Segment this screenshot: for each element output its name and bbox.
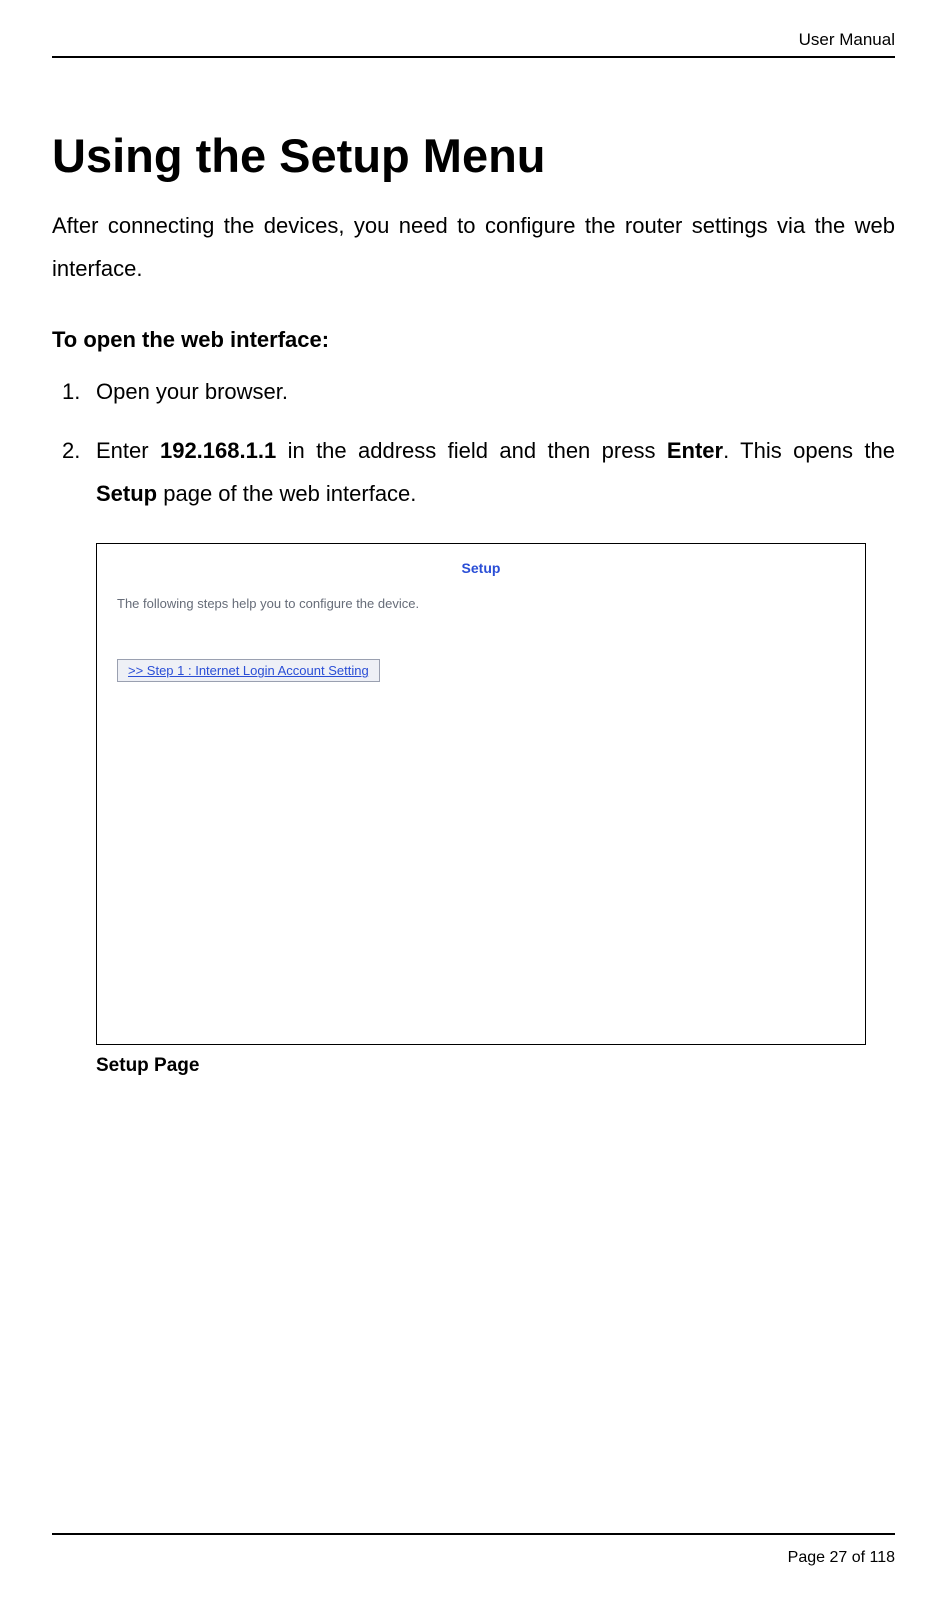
steps-list: Open your browser. Enter 192.168.1.1 in … bbox=[52, 371, 895, 516]
screenshot-figure: Setup The following steps help you to co… bbox=[96, 543, 895, 1077]
doc-header: User Manual bbox=[52, 30, 895, 50]
page-footer: Page 27 of 118 bbox=[788, 1549, 895, 1567]
screenshot-title: Setup bbox=[117, 560, 845, 576]
setup-screenshot: Setup The following steps help you to co… bbox=[96, 543, 866, 1045]
step-2-text-a: Enter bbox=[96, 438, 160, 463]
step-2: Enter 192.168.1.1 in the address field a… bbox=[96, 430, 895, 516]
step-2-enter: Enter bbox=[667, 438, 723, 463]
page: User Manual Using the Setup Menu After c… bbox=[0, 0, 947, 1601]
content: Using the Setup Menu After connecting th… bbox=[52, 128, 895, 1077]
step-2-text-b: in the address field and then press bbox=[276, 438, 667, 463]
step-2-setup: Setup bbox=[96, 481, 157, 506]
step-1: Open your browser. bbox=[96, 371, 895, 414]
figure-caption: Setup Page bbox=[96, 1055, 895, 1077]
subheading: To open the web interface: bbox=[52, 327, 895, 353]
step-1-text: Open your browser. bbox=[96, 379, 288, 404]
top-rule bbox=[52, 56, 895, 58]
bottom-rule bbox=[52, 1533, 895, 1535]
page-title: Using the Setup Menu bbox=[52, 128, 895, 183]
step-2-text-d: page of the web interface. bbox=[157, 481, 416, 506]
step-2-text-c: . This opens the bbox=[723, 438, 895, 463]
footer-current-page: 27 bbox=[829, 1549, 847, 1566]
footer-total-pages: 118 bbox=[869, 1549, 895, 1566]
step-2-ip: 192.168.1.1 bbox=[160, 438, 276, 463]
step1-login-button[interactable]: >> Step 1 : Internet Login Account Setti… bbox=[117, 659, 380, 682]
screenshot-helper-text: The following steps help you to configur… bbox=[117, 596, 845, 611]
footer-of: of bbox=[847, 1549, 869, 1566]
footer-prefix: Page bbox=[788, 1549, 830, 1566]
intro-paragraph: After connecting the devices, you need t… bbox=[52, 205, 895, 291]
